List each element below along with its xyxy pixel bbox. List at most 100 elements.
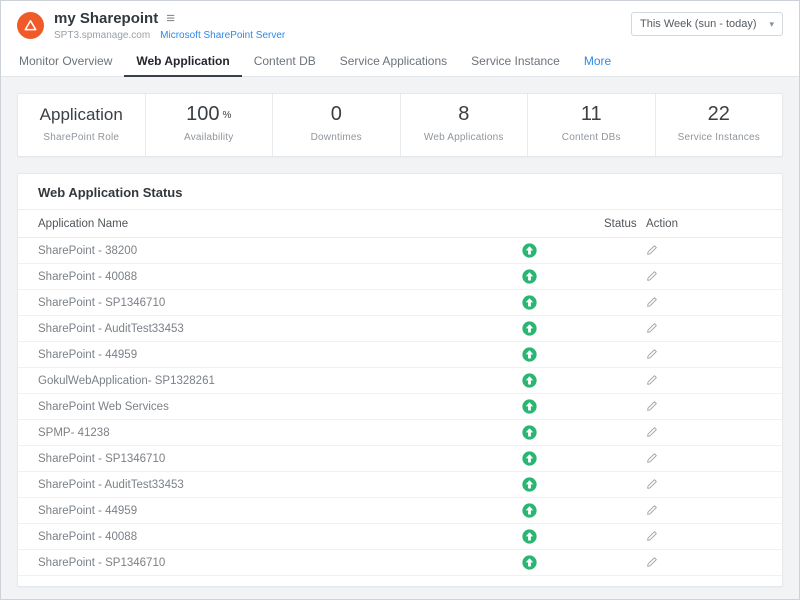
time-range-value: This Week (sun - today) [640, 18, 757, 30]
pencil-icon[interactable] [646, 556, 658, 568]
availability-cell [464, 373, 594, 388]
action-cell [644, 348, 762, 360]
stat-label: Downtimes [273, 132, 400, 143]
application-name[interactable]: SharePoint - AuditTest33453 [38, 323, 464, 335]
application-name[interactable]: SharePoint - SP1346710 [38, 453, 464, 465]
web-application-status-card: Web Application Status Application Name … [17, 173, 783, 587]
availability-cell [464, 503, 594, 518]
pencil-icon[interactable] [646, 296, 658, 308]
pencil-icon[interactable] [646, 348, 658, 360]
stat-availability: 100% Availability [146, 94, 274, 156]
action-cell [644, 452, 762, 464]
sharepoint-monitor-icon [17, 12, 44, 39]
availability-cell [464, 529, 594, 544]
page: my Sharepoint ≡ SPT3.spmanage.com Micros… [0, 0, 800, 600]
application-name[interactable]: SharePoint - SP1346710 [38, 297, 464, 309]
arrow-up-circle-icon [522, 321, 537, 336]
application-name[interactable]: GokulWebApplication- SP1328261 [38, 375, 464, 387]
stat-value: 0 [273, 103, 400, 125]
arrow-up-circle-icon [522, 295, 537, 310]
action-cell [644, 296, 762, 308]
arrow-up-circle-icon [522, 503, 537, 518]
application-name[interactable]: SharePoint - 44959 [38, 505, 464, 517]
action-cell [644, 530, 762, 542]
stat-value: 22 [656, 103, 783, 125]
pencil-icon[interactable] [646, 452, 658, 464]
pencil-icon[interactable] [646, 426, 658, 438]
stat-value: 100% [146, 103, 273, 125]
action-cell [644, 556, 762, 568]
stat-value-suffix: % [222, 110, 231, 121]
pencil-icon[interactable] [646, 478, 658, 490]
action-cell [644, 478, 762, 490]
table-row: SharePoint - 44959 [18, 342, 782, 368]
availability-cell [464, 243, 594, 258]
stat-service-instances: 22Service Instances [656, 94, 783, 156]
arrow-up-circle-icon [522, 477, 537, 492]
pencil-icon[interactable] [646, 244, 658, 256]
pencil-icon[interactable] [646, 504, 658, 516]
action-cell [644, 270, 762, 282]
availability-cell [464, 295, 594, 310]
stat-value: 11 [528, 103, 655, 125]
tab-bar: Monitor OverviewWeb ApplicationContent D… [1, 48, 799, 77]
stat-label: Web Applications [401, 132, 528, 143]
stat-label: Content DBs [528, 132, 655, 143]
tab-content-db[interactable]: Content DB [242, 48, 328, 76]
title-block: my Sharepoint ≡ SPT3.spmanage.com Micros… [54, 10, 285, 41]
availability-cell [464, 477, 594, 492]
table-row: SharePoint - SP1346710 [18, 290, 782, 316]
application-name[interactable]: SharePoint Web Services [38, 401, 464, 413]
stat-label: Availability [146, 132, 273, 143]
application-name[interactable]: SharePoint - SP1346710 [38, 557, 464, 569]
application-name[interactable]: SharePoint - 44959 [38, 349, 464, 361]
availability-cell [464, 321, 594, 336]
hamburger-menu-icon[interactable]: ≡ [166, 11, 175, 26]
table-row: SharePoint - 44959 [18, 498, 782, 524]
monitor-type-link[interactable]: Microsoft SharePoint Server [160, 30, 285, 41]
availability-cell [464, 399, 594, 414]
table-row: SharePoint - 40088 [18, 524, 782, 550]
table-title: Web Application Status [18, 174, 782, 210]
arrow-up-circle-icon [522, 399, 537, 414]
stat-sharepoint-role: ApplicationSharePoint Role [18, 94, 146, 156]
column-action: Action [644, 218, 762, 230]
stat-value: 8 [401, 103, 528, 125]
pencil-icon[interactable] [646, 400, 658, 412]
table-row: SPMP- 41238 [18, 420, 782, 446]
tab-more[interactable]: More [572, 48, 623, 76]
stat-content-dbs: 11 Content DBs [528, 94, 656, 156]
stat-downtimes: 0 Downtimes [273, 94, 401, 156]
application-name[interactable]: SPMP- 41238 [38, 427, 464, 439]
table-body: SharePoint - 38200 SharePoint - 40088 Shar… [18, 238, 782, 576]
header: my Sharepoint ≡ SPT3.spmanage.com Micros… [1, 1, 799, 48]
action-cell [644, 322, 762, 334]
arrow-up-circle-icon [522, 347, 537, 362]
action-cell [644, 504, 762, 516]
tab-monitor-overview[interactable]: Monitor Overview [7, 48, 124, 76]
arrow-up-circle-icon [522, 555, 537, 570]
stat-value: Application [18, 103, 145, 125]
application-name[interactable]: SharePoint - AuditTest33453 [38, 479, 464, 491]
application-name[interactable]: SharePoint - 38200 [38, 245, 464, 257]
table-header: Application Name Status Action [18, 210, 782, 238]
tab-web-application[interactable]: Web Application [124, 48, 241, 77]
application-name[interactable]: SharePoint - 40088 [38, 531, 464, 543]
action-cell [644, 426, 762, 438]
stats-card: ApplicationSharePoint Role100% Availabili… [17, 93, 783, 157]
table-row: SharePoint - SP1346710 [18, 446, 782, 472]
column-application-name: Application Name [38, 218, 464, 230]
pencil-icon[interactable] [646, 270, 658, 282]
availability-cell [464, 451, 594, 466]
pencil-icon[interactable] [646, 322, 658, 334]
time-range-dropdown[interactable]: This Week (sun - today) ▾ [631, 12, 783, 36]
table-row: SharePoint - 38200 [18, 238, 782, 264]
table-row: GokulWebApplication- SP1328261 [18, 368, 782, 394]
table-row: SharePoint - SP1346710 [18, 550, 782, 576]
column-status: Status [594, 218, 644, 230]
tab-service-applications[interactable]: Service Applications [328, 48, 459, 76]
application-name[interactable]: SharePoint - 40088 [38, 271, 464, 283]
pencil-icon[interactable] [646, 374, 658, 386]
pencil-icon[interactable] [646, 530, 658, 542]
tab-service-instance[interactable]: Service Instance [459, 48, 572, 76]
